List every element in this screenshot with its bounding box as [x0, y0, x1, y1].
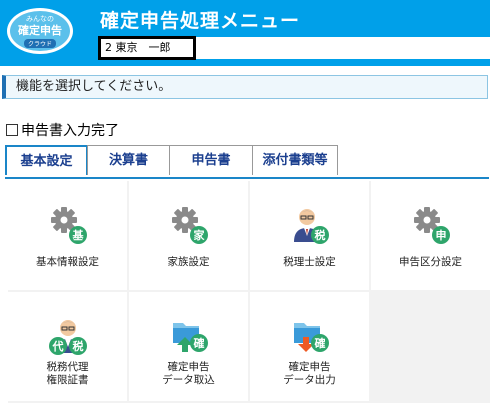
folder-import-icon: 確: [173, 323, 208, 352]
tile-label: 基本情報設定: [36, 256, 99, 268]
tile-label-line1: 確定申告: [288, 361, 331, 373]
tab-attachments[interactable]: 添付書類等: [252, 145, 338, 175]
svg-text:確: 確: [315, 336, 326, 350]
tile-label-line2: データ取込: [162, 374, 215, 386]
tab-basic-settings[interactable]: 基本設定: [5, 145, 88, 175]
app-header: みんなの 確定申告 クラウド 確定申告処理メニュー 2 東京 一郎: [0, 0, 490, 66]
folder-export-icon: 確: [294, 323, 329, 352]
tile-tax-accountant-settings[interactable]: 税 税理士設定: [250, 181, 369, 290]
svg-text:代: 代: [52, 339, 64, 353]
completion-checkbox[interactable]: 申告書入力完了: [6, 120, 119, 140]
tile-tax-agency-certificate[interactable]: 代 税 税務代理 権限証書: [8, 292, 127, 401]
tile-filing-category-settings[interactable]: 申 申告区分設定: [371, 181, 490, 290]
svg-text:確: 確: [194, 336, 205, 350]
tile-data-export[interactable]: 確 確定申告 データ出力: [250, 292, 369, 401]
completion-checkbox-label: 申告書入力完了: [21, 123, 119, 139]
app-logo: みんなの 確定申告 クラウド: [7, 8, 73, 54]
person-icon: 税: [294, 209, 329, 244]
tab-underline: [5, 177, 489, 179]
instruction-bar: 機能を選択してください。: [2, 75, 488, 99]
tile-label: 税理士設定: [283, 256, 336, 268]
tile-basic-info-settings[interactable]: 基 基本情報設定: [8, 181, 127, 290]
tile-label-line2: データ出力: [283, 374, 336, 386]
svg-text:申: 申: [436, 228, 447, 242]
tab-tax-return[interactable]: 申告書: [169, 145, 253, 175]
user-name-field[interactable]: 2 東京 一郎: [98, 36, 196, 60]
gear-icon: 申: [414, 207, 450, 244]
tab-financial-statements[interactable]: 決算書: [87, 145, 170, 175]
svg-text:クラウド: クラウド: [28, 40, 52, 48]
gear-icon: 基: [51, 207, 87, 244]
svg-text:税: 税: [73, 339, 84, 353]
tile-data-import[interactable]: 確 確定申告 データ取込: [129, 292, 248, 401]
tile-label-line2: 権限証書: [46, 374, 89, 386]
svg-text:家: 家: [194, 228, 206, 242]
user-strip: [196, 37, 490, 59]
gear-icon: 家: [172, 207, 208, 244]
checkbox-box[interactable]: [6, 124, 18, 136]
tab-bar: 基本設定 決算書 申告書 添付書類等: [5, 145, 338, 177]
svg-text:基: 基: [72, 228, 85, 242]
tile-label-line1: 税務代理: [46, 361, 89, 373]
menu-grid: 基 基本情報設定 家 家族設定 税 税理士設定 申 申告区分設定 代 税 税務代…: [8, 181, 490, 403]
tile-label: 家族設定: [167, 256, 210, 268]
tile-label: 申告区分設定: [399, 256, 462, 268]
tile-family-settings[interactable]: 家 家族設定: [129, 181, 248, 290]
tile-label-line1: 確定申告: [167, 361, 210, 373]
page-title: 確定申告処理メニュー: [100, 10, 301, 32]
person-icon: 代 税: [49, 320, 87, 355]
svg-text:確定申告: 確定申告: [18, 23, 62, 37]
svg-text:みんなの: みんなの: [26, 15, 54, 23]
svg-text:税: 税: [315, 228, 326, 242]
